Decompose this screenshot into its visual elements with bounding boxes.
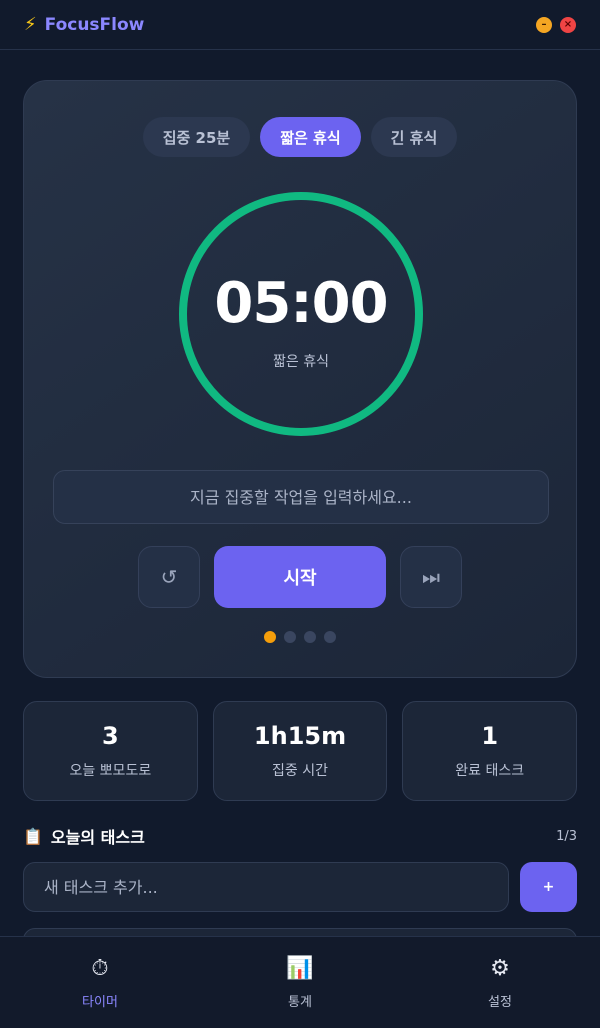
window-controls: – ×	[536, 16, 576, 33]
tasks-header: 📋 오늘의 태스크 1/3	[23, 824, 577, 848]
close-icon: ×	[563, 18, 573, 30]
stat-value: 1	[481, 722, 499, 750]
bottom-nav: ⏱ 타이머 📊 통계 ⚙ 설정	[0, 936, 600, 1028]
stat-completed-tasks: 1 완료 태스크	[402, 701, 578, 801]
stats-row: 3 오늘 뽀모도로 1h15m 집중 시간 1 완료 태스크	[23, 701, 578, 801]
tab-focus-25[interactable]: 집중 25분	[142, 117, 251, 157]
close-button[interactable]: ×	[560, 16, 576, 33]
nav-item-stats[interactable]: 📊 통계	[220, 955, 380, 1010]
lightning-icon: ⚡	[24, 14, 37, 35]
nav-label: 통계	[288, 995, 312, 1010]
add-task-button[interactable]: +	[520, 862, 577, 912]
mode-tabs: 집중 25분 짧은 휴식 긴 휴식	[24, 117, 576, 157]
tasks-count: 1/3	[556, 828, 577, 844]
timer-card: 집중 25분 짧은 휴식 긴 휴식 05:00 짧은 휴식 ↺ 시작 ⏭	[23, 80, 577, 678]
start-button[interactable]: 시작	[214, 546, 386, 608]
session-dot	[264, 631, 276, 643]
new-task-input[interactable]	[23, 862, 509, 912]
tab-short-break[interactable]: 짧은 휴식	[260, 117, 361, 157]
minimize-icon: –	[541, 18, 547, 30]
stat-label: 완료 태스크	[455, 763, 525, 779]
clipboard-icon: 📋	[23, 826, 43, 846]
stopwatch-icon: ⏱	[91, 956, 109, 981]
session-dot	[324, 631, 336, 643]
timer-mode-label: 짧은 휴식	[273, 354, 329, 370]
timer-controls: ↺ 시작 ⏭	[24, 546, 576, 608]
session-dot	[284, 631, 296, 643]
stat-value: 3	[101, 722, 119, 750]
timer-ring: 05:00 짧은 휴식	[176, 189, 426, 439]
stat-label: 오늘 뽀모도로	[69, 763, 152, 779]
nav-item-timer[interactable]: ⏱ 타이머	[20, 955, 180, 1010]
nav-label: 타이머	[82, 995, 118, 1010]
session-dots	[24, 631, 576, 643]
gear-icon: ⚙	[490, 956, 510, 981]
tasks-title: 오늘의 태스크	[50, 828, 145, 847]
nav-label: 설정	[488, 995, 512, 1010]
tab-long-break[interactable]: 긴 휴식	[370, 117, 458, 157]
app-title: FocusFlow	[44, 14, 145, 35]
session-dot	[304, 631, 316, 643]
bar-chart-icon: 📊	[286, 956, 314, 981]
title-bar: ⚡ FocusFlow – ×	[0, 0, 600, 50]
minimize-button[interactable]: –	[536, 16, 552, 33]
stat-value: 1h15m	[253, 722, 347, 750]
stat-focus-time: 1h15m 집중 시간	[212, 701, 388, 801]
skip-button[interactable]: ⏭	[400, 546, 462, 608]
time-display: 05:00	[214, 271, 388, 336]
reset-icon: ↺	[160, 565, 178, 589]
reset-button[interactable]: ↺	[138, 546, 200, 608]
focus-task-input[interactable]	[53, 470, 549, 524]
nav-item-settings[interactable]: ⚙ 설정	[420, 955, 580, 1010]
skip-icon: ⏭	[422, 565, 440, 589]
stat-label: 집중 시간	[272, 763, 328, 779]
stat-pomodoros: 3 오늘 뽀모도로	[23, 701, 198, 801]
